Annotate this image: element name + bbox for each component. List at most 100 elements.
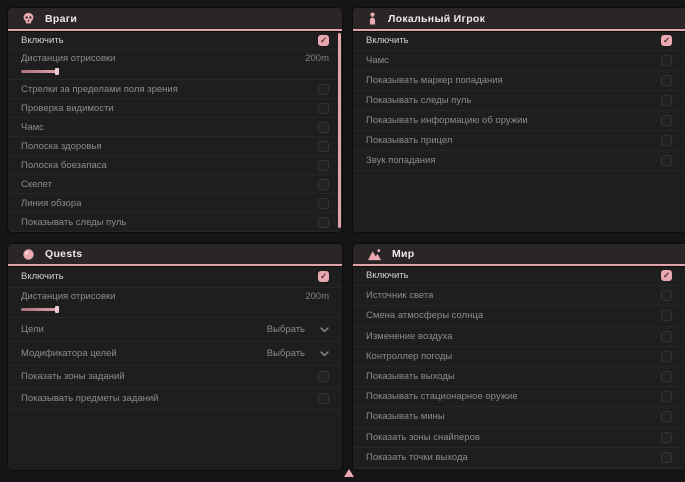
setting-label: Проверка видимости bbox=[21, 103, 114, 114]
panel-мир: Мир Включить ✓ Источник света Смена атмосфер… bbox=[353, 244, 685, 470]
setting-label: Показывать мины bbox=[366, 411, 445, 422]
checkbox[interactable] bbox=[661, 95, 672, 106]
checkbox[interactable] bbox=[318, 160, 329, 171]
setting-label: Показать зоны заданий bbox=[21, 371, 125, 382]
panel-body: Включить ✓ Дистанция отрисовки 200m Цели Выбр… bbox=[8, 266, 342, 410]
checkbox[interactable] bbox=[661, 75, 672, 86]
setting-label: Включить bbox=[21, 271, 64, 282]
panel-header[interactable]: Локальный Игрок bbox=[353, 8, 685, 29]
setting-row: Чамс bbox=[353, 51, 685, 71]
checkbox[interactable] bbox=[661, 331, 672, 342]
setting-label: Контроллер погоды bbox=[366, 351, 452, 362]
setting-label: Показывать следы пуль bbox=[366, 95, 471, 106]
slider-thumb[interactable] bbox=[55, 306, 59, 313]
panel-header[interactable]: Quests bbox=[8, 244, 342, 264]
setting-row: Звук попадания bbox=[353, 151, 685, 171]
slider-thumb[interactable] bbox=[55, 68, 59, 75]
setting-row: Показать зоны снайперов bbox=[353, 428, 685, 448]
panel-body: Включить ✓ Дистанция отрисовки200m Стрелки … bbox=[8, 31, 342, 232]
setting-row: Полоска боезапаса bbox=[8, 156, 342, 175]
checkbox[interactable]: ✓ bbox=[318, 35, 329, 46]
checkbox[interactable] bbox=[318, 371, 329, 382]
checkbox[interactable] bbox=[661, 310, 672, 321]
setting-label: Показать зоны снайперов bbox=[366, 432, 480, 443]
panel-title: Локальный Игрок bbox=[388, 13, 485, 25]
setting-row: Полоска здоровья bbox=[8, 137, 342, 156]
checkbox[interactable] bbox=[318, 217, 329, 228]
setting-label: Дистанция отрисовки bbox=[21, 53, 115, 64]
checkbox[interactable] bbox=[318, 141, 329, 152]
checkbox[interactable] bbox=[661, 135, 672, 146]
setting-row: Дистанция отрисовки200m bbox=[8, 50, 342, 80]
setting-label: Чамс bbox=[366, 55, 389, 66]
checkbox[interactable] bbox=[661, 55, 672, 66]
checkbox[interactable] bbox=[661, 411, 672, 422]
setting-label: Показывать информацию об оружии bbox=[366, 115, 528, 126]
scrollbar[interactable] bbox=[338, 33, 341, 228]
checkbox[interactable] bbox=[661, 371, 672, 382]
checkbox[interactable] bbox=[318, 179, 329, 190]
checkbox[interactable] bbox=[661, 452, 672, 463]
setting-row: Показывать информацию об оружии bbox=[353, 111, 685, 131]
distance-slider[interactable] bbox=[21, 306, 141, 313]
setting-label: Линия обзора bbox=[21, 198, 82, 209]
setting-row: Проверка видимости bbox=[8, 99, 342, 118]
setting-label: Показывать прицел bbox=[366, 135, 452, 146]
checkbox[interactable] bbox=[318, 393, 329, 404]
select-value: Выбрать bbox=[267, 324, 305, 335]
select-dropdown[interactable]: Выбрать bbox=[267, 324, 329, 335]
setting-label: Показывать следы пуль bbox=[21, 217, 126, 228]
panel-враги: Враги Включить ✓ Дистанция отрисовки200m Стр… bbox=[8, 8, 342, 232]
checkbox[interactable]: ✓ bbox=[318, 271, 329, 282]
setting-label: Включить bbox=[366, 35, 409, 46]
setting-row: Стрелки за пределами поля зрения bbox=[8, 80, 342, 99]
setting-row: Чамс bbox=[8, 118, 342, 137]
distance-slider[interactable] bbox=[21, 68, 141, 75]
setting-label: Чамс bbox=[21, 122, 44, 133]
checkbox[interactable] bbox=[661, 351, 672, 362]
select-dropdown[interactable]: Выбрать bbox=[267, 348, 329, 359]
setting-label: Стрелки за пределами поля зрения bbox=[21, 84, 178, 95]
setting-row: Смена атмосферы солнца bbox=[353, 306, 685, 326]
setting-row: Включить ✓ bbox=[8, 31, 342, 50]
setting-label: Показывать выходы bbox=[366, 371, 455, 382]
checkbox[interactable] bbox=[661, 432, 672, 443]
setting-label: Цели bbox=[21, 324, 44, 335]
setting-row: Включить ✓ bbox=[353, 31, 685, 51]
checkbox[interactable] bbox=[318, 103, 329, 114]
setting-label: Скелет bbox=[21, 179, 52, 190]
checkbox[interactable] bbox=[661, 391, 672, 402]
checkbox[interactable]: ✓ bbox=[661, 35, 672, 46]
checkbox[interactable] bbox=[661, 290, 672, 301]
setting-label: Показывать предметы заданий bbox=[21, 393, 158, 404]
person-icon bbox=[367, 12, 378, 25]
quest-icon bbox=[22, 248, 35, 261]
setting-label: Источник света bbox=[366, 290, 433, 301]
setting-row: Показывать прицел bbox=[353, 131, 685, 151]
setting-row: Показать точки выхода bbox=[353, 448, 685, 468]
checkbox[interactable]: ✓ bbox=[661, 270, 672, 281]
checkbox[interactable] bbox=[318, 122, 329, 133]
setting-row: Скелет bbox=[8, 175, 342, 194]
setting-label: Включить bbox=[21, 35, 64, 46]
checkbox[interactable] bbox=[318, 84, 329, 95]
checkbox[interactable] bbox=[318, 198, 329, 209]
panel-локальный-игрок: Локальный ИгрокВключить✓ЧамсПоказывать м… bbox=[353, 8, 685, 232]
checkbox[interactable] bbox=[661, 115, 672, 126]
slider-fill bbox=[21, 308, 57, 311]
setting-row: Дистанция отрисовки 200m bbox=[8, 288, 342, 318]
panel-header[interactable]: Мир bbox=[353, 244, 685, 264]
panel-header[interactable]: Враги bbox=[8, 8, 342, 29]
setting-label: Включить bbox=[366, 270, 409, 281]
setting-label: Показывать стационарное оружие bbox=[366, 391, 518, 402]
setting-label: Дистанция отрисовки bbox=[21, 291, 115, 302]
setting-row: Цели Выбрать bbox=[8, 318, 342, 342]
setting-row: Включить ✓ bbox=[8, 266, 342, 288]
checkbox[interactable] bbox=[661, 155, 672, 166]
setting-row: Показать зоны заданий bbox=[8, 366, 342, 388]
setting-row: Показывать стационарное оружие bbox=[353, 387, 685, 407]
world-icon bbox=[367, 248, 382, 261]
slider-value: 200m bbox=[305, 291, 329, 302]
setting-label: Полоска здоровья bbox=[21, 141, 102, 152]
setting-row: Источник света bbox=[353, 286, 685, 306]
